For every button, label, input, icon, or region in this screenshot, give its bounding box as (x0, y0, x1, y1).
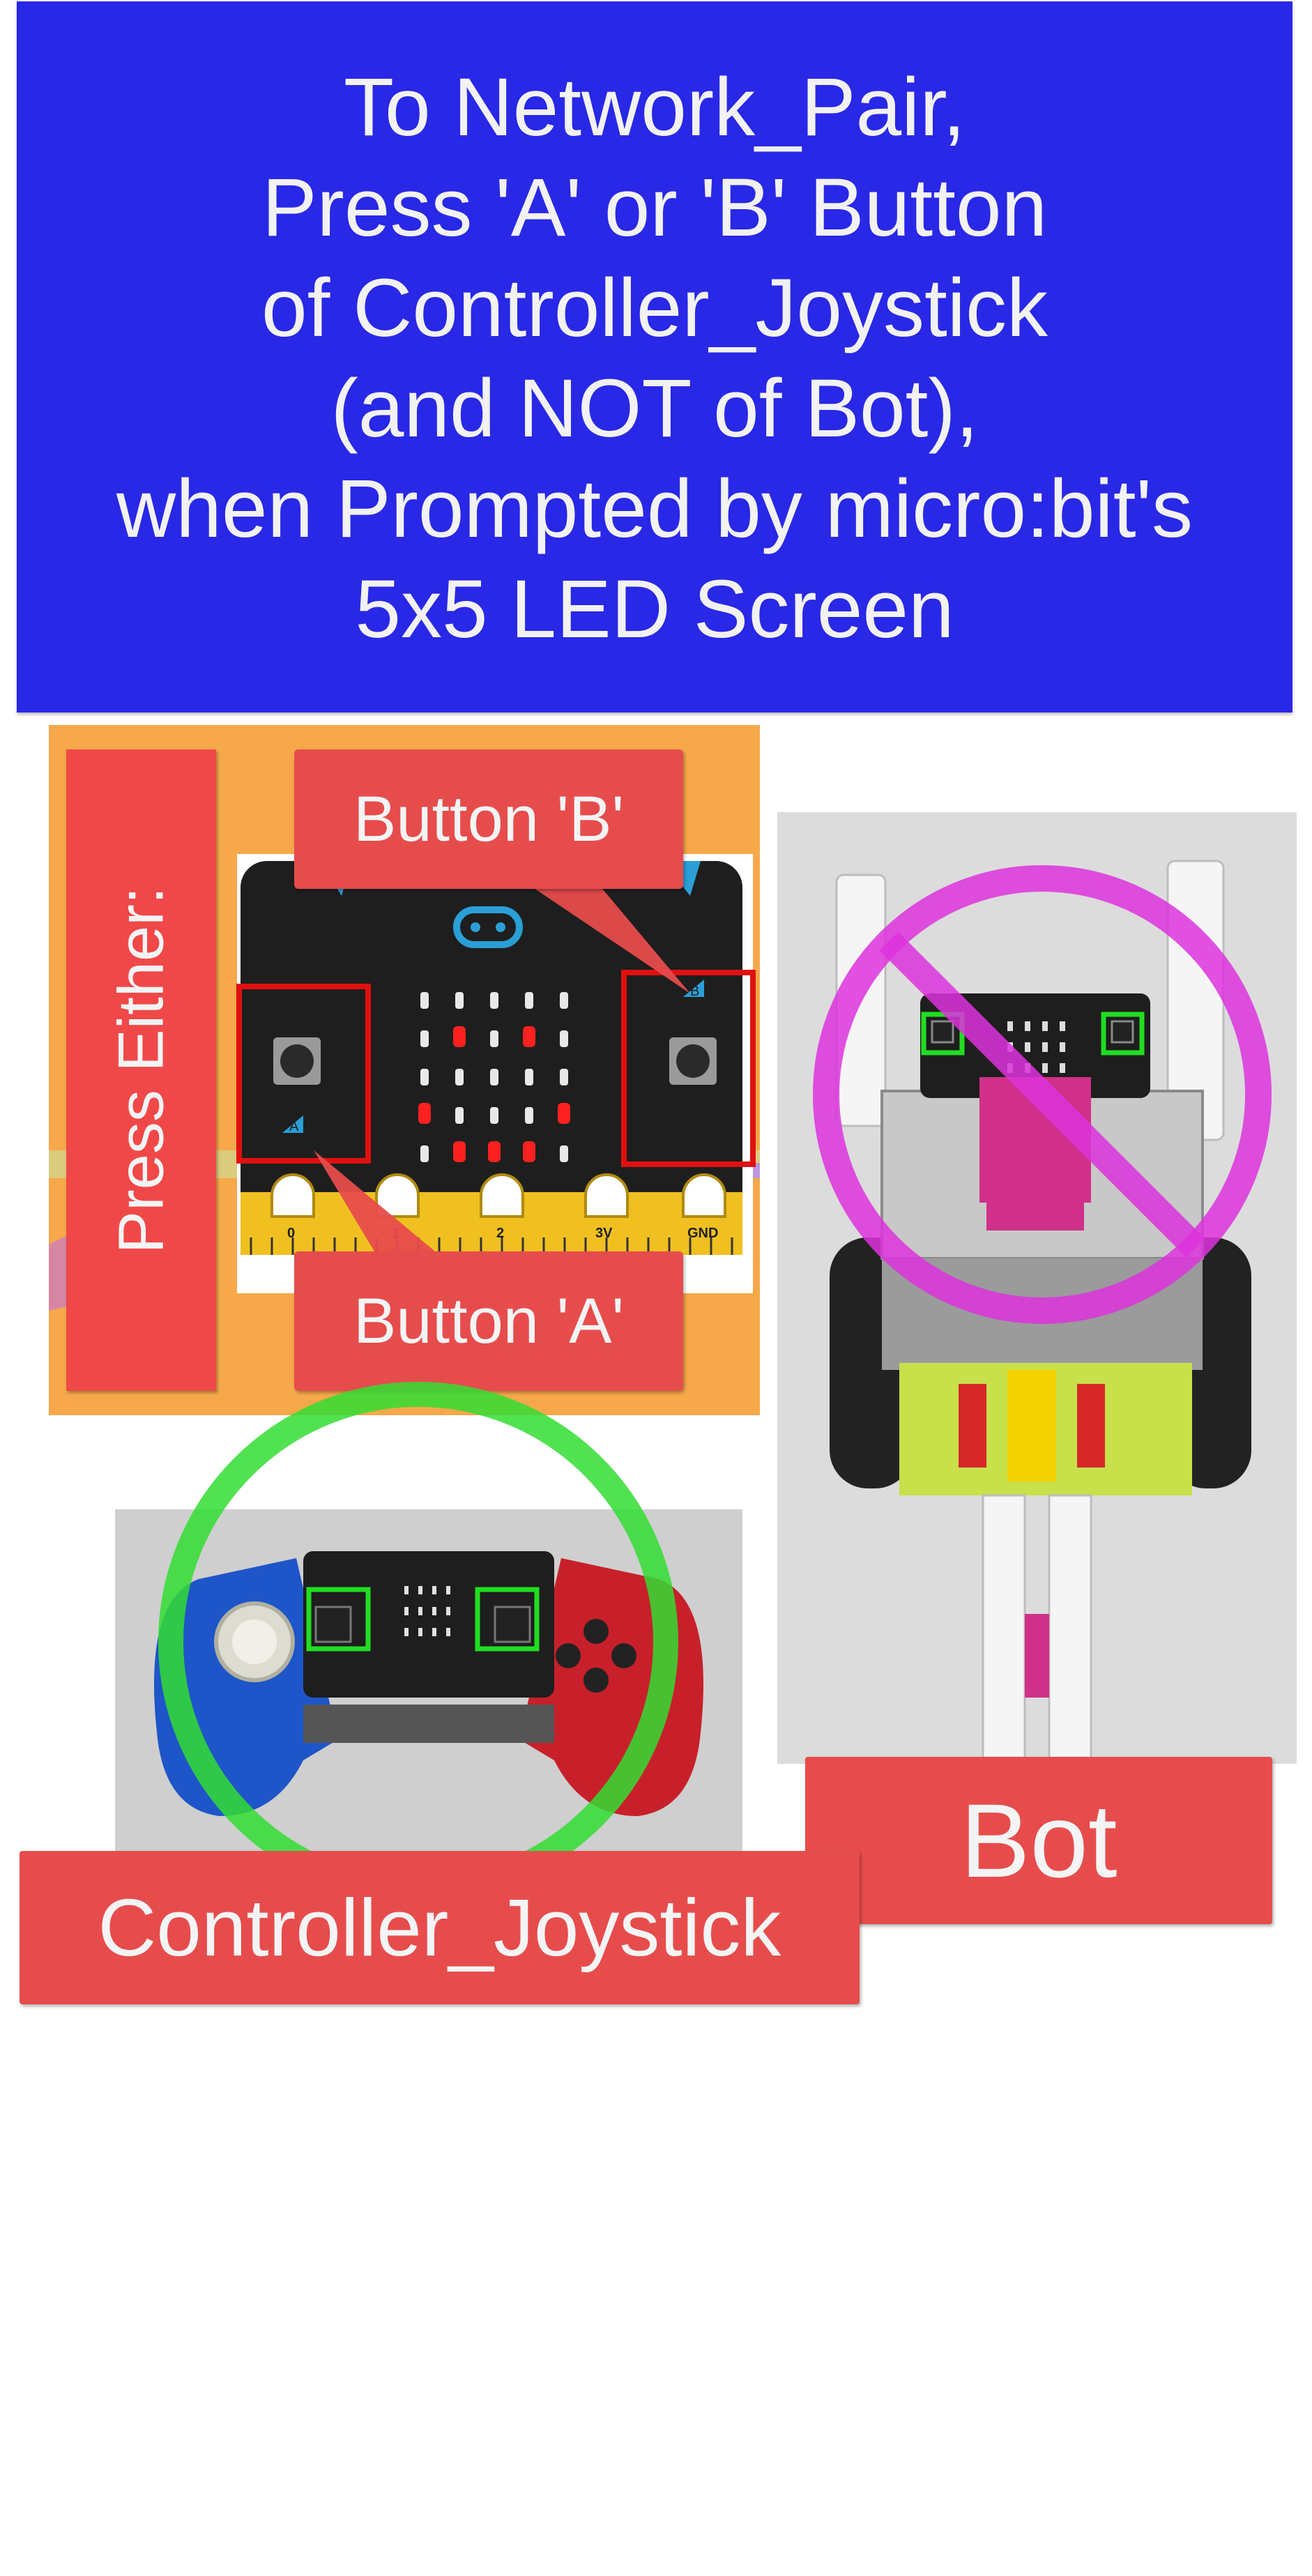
bot-label: Bot (805, 1757, 1272, 1924)
pin-label-gnd: GND (687, 1226, 718, 1241)
pin-label-0: 0 (287, 1226, 295, 1241)
bot-photo (777, 812, 1297, 1764)
instruction-line-3: of Controller_Joystick (261, 262, 1048, 354)
instruction-line-1: To Network_Pair, (344, 61, 966, 153)
press-either-label: Press Either: (105, 886, 176, 1254)
button-a-letter: A (289, 1119, 299, 1134)
pin-label-2: 2 (496, 1226, 504, 1241)
instruction-line-6: 5x5 LED Screen (355, 563, 954, 655)
instruction-line-4: (and NOT of Bot), (330, 363, 979, 455)
button-b-letter: B (690, 984, 699, 999)
controller-joystick-label: Controller_Joystick (20, 1851, 860, 2004)
instruction-banner: To Network_Pair, Press 'A' or 'B' Button… (17, 1, 1292, 712)
ok-circle-icon (158, 1382, 678, 1902)
pin-label-3v: 3V (595, 1226, 613, 1241)
button-b-label: Button 'B' (294, 749, 683, 889)
bot-illustration (777, 812, 1297, 1764)
press-either-label-box: Press Either: (66, 749, 216, 1391)
bot-button-a (931, 1020, 954, 1044)
bot-button-b (1111, 1020, 1134, 1044)
instruction-line-2: Press 'A' or 'B' Button (261, 162, 1048, 254)
instruction-line-5: when Prompted by micro:bit's (116, 463, 1193, 555)
